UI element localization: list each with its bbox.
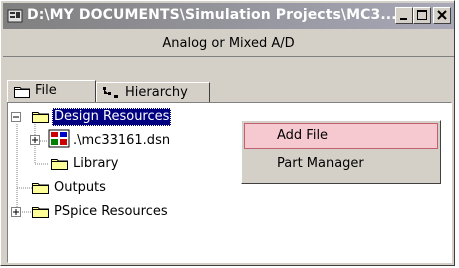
tree-item-library[interactable]: Library: [73, 156, 118, 172]
folder-icon: [51, 159, 68, 170]
close-button[interactable]: [433, 7, 451, 24]
folder-icon: [32, 183, 49, 194]
schematic-design-icon: [48, 129, 70, 148]
minimize-icon: [400, 18, 407, 20]
folder-icon: [14, 87, 30, 98]
minimize-button[interactable]: [395, 7, 413, 24]
collapse-icon[interactable]: [11, 112, 22, 123]
tab-file-label: File: [35, 83, 57, 98]
folder-icon: [32, 112, 49, 123]
maximize-button[interactable]: [413, 7, 431, 24]
tab-file[interactable]: File: [7, 80, 96, 102]
project-type-header: Analog or Mixed A/D: [3, 32, 454, 57]
tree-item-design-resources[interactable]: Design Resources: [52, 108, 172, 126]
maximize-icon: [417, 10, 427, 20]
menu-item-part-manager[interactable]: Part Manager: [244, 151, 438, 177]
expand-icon[interactable]: [11, 207, 22, 218]
tree-item-outputs[interactable]: Outputs: [54, 180, 106, 196]
tree-item-dsn-file[interactable]: .\mc33161.dsn: [73, 133, 170, 149]
tree-item-pspice-resources[interactable]: PSpice Resources: [54, 204, 168, 220]
folder-icon: [32, 207, 49, 218]
title-bar[interactable]: D:\MY DOCUMENTS\Simulation Projects\MC3.…: [3, 3, 454, 29]
project-icon: [7, 9, 23, 23]
tab-hierarchy[interactable]: Hierarchy: [96, 82, 210, 103]
window-title: D:\MY DOCUMENTS\Simulation Projects\MC3.…: [27, 7, 397, 23]
hierarchy-icon: [103, 87, 118, 98]
menu-item-add-file[interactable]: Add File: [244, 123, 438, 149]
project-window: D:\MY DOCUMENTS\Simulation Projects\MC3.…: [0, 0, 455, 266]
tab-hierarchy-label: Hierarchy: [125, 85, 188, 100]
close-icon: [437, 10, 447, 20]
context-menu: Add File Part Manager: [241, 120, 441, 184]
expand-icon[interactable]: [30, 135, 41, 146]
